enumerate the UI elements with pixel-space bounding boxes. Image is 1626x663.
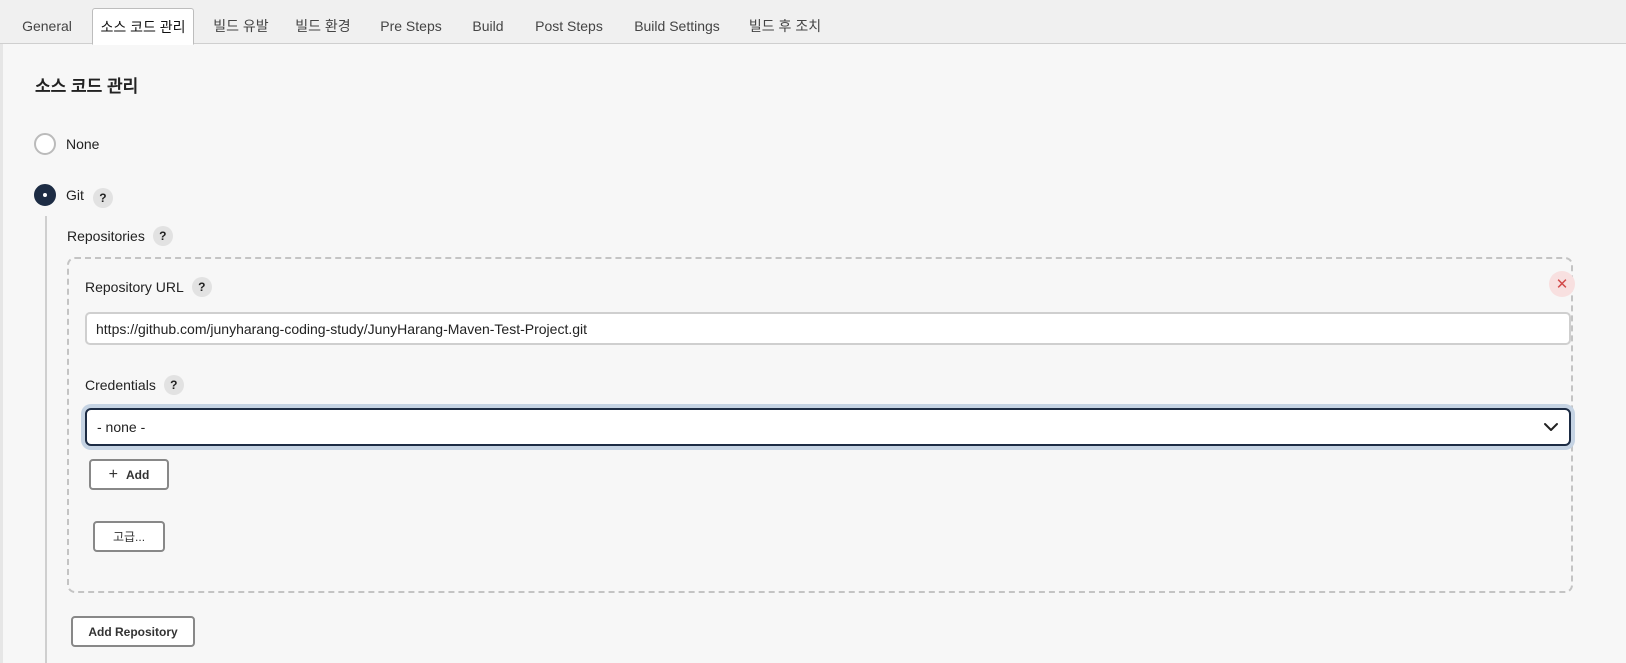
tab-source-code-management[interactable]: 소스 코드 관리 — [92, 8, 194, 45]
tab-build-settings[interactable]: Build Settings — [627, 8, 727, 44]
credentials-help-icon[interactable]: ? — [163, 375, 184, 395]
plus-icon: + — [108, 465, 118, 483]
credentials-select[interactable]: - none - — [85, 408, 1571, 446]
radio-none[interactable] — [34, 133, 56, 155]
scm-option-git[interactable]: Git ? — [34, 182, 113, 208]
section-title: 소스 코드 관리 — [35, 77, 139, 96]
tab-post-build-actions[interactable]: 빌드 후 조치 — [744, 8, 826, 44]
credentials-label-row: Credentials ? — [85, 375, 184, 395]
remove-repository-close-icon[interactable]: ✕ — [1549, 271, 1575, 297]
panel-edge — [0, 44, 3, 663]
git-help-icon[interactable]: ? — [92, 188, 113, 208]
repositories-label: Repositories — [67, 228, 145, 244]
tab-build-triggers[interactable]: 빌드 유발 — [208, 8, 274, 44]
scm-option-none[interactable]: None — [34, 133, 99, 155]
credentials-label: Credentials — [85, 377, 156, 393]
tab-build[interactable]: Build — [464, 8, 512, 44]
chevron-down-icon — [1544, 423, 1558, 431]
radio-git-label: Git — [66, 187, 84, 203]
radio-git[interactable] — [34, 184, 56, 206]
tab-general[interactable]: General — [14, 8, 80, 44]
advanced-button[interactable]: 고급... — [93, 521, 165, 552]
git-section-indent-line — [45, 216, 47, 663]
tab-bar: General 소스 코드 관리 빌드 유발 빌드 환경 Pre Steps B… — [0, 0, 1626, 45]
add-repository-button[interactable]: Add Repository — [71, 616, 195, 647]
radio-none-label: None — [66, 136, 100, 152]
tab-pre-steps[interactable]: Pre Steps — [374, 8, 448, 44]
add-credentials-label: Add — [126, 467, 150, 482]
tab-build-environment[interactable]: 빌드 환경 — [290, 8, 356, 44]
repositories-help-icon[interactable]: ? — [152, 226, 173, 246]
add-credentials-button[interactable]: + Add — [89, 459, 169, 490]
tab-post-steps[interactable]: Post Steps — [529, 8, 609, 44]
repository-url-label: Repository URL — [85, 279, 184, 295]
repository-url-label-row: Repository URL ? — [85, 277, 212, 297]
repository-url-input[interactable] — [85, 312, 1571, 345]
repositories-label-row: Repositories ? — [67, 226, 173, 246]
repository-url-help-icon[interactable]: ? — [191, 277, 212, 297]
credentials-selected-value: - none - — [97, 419, 146, 435]
